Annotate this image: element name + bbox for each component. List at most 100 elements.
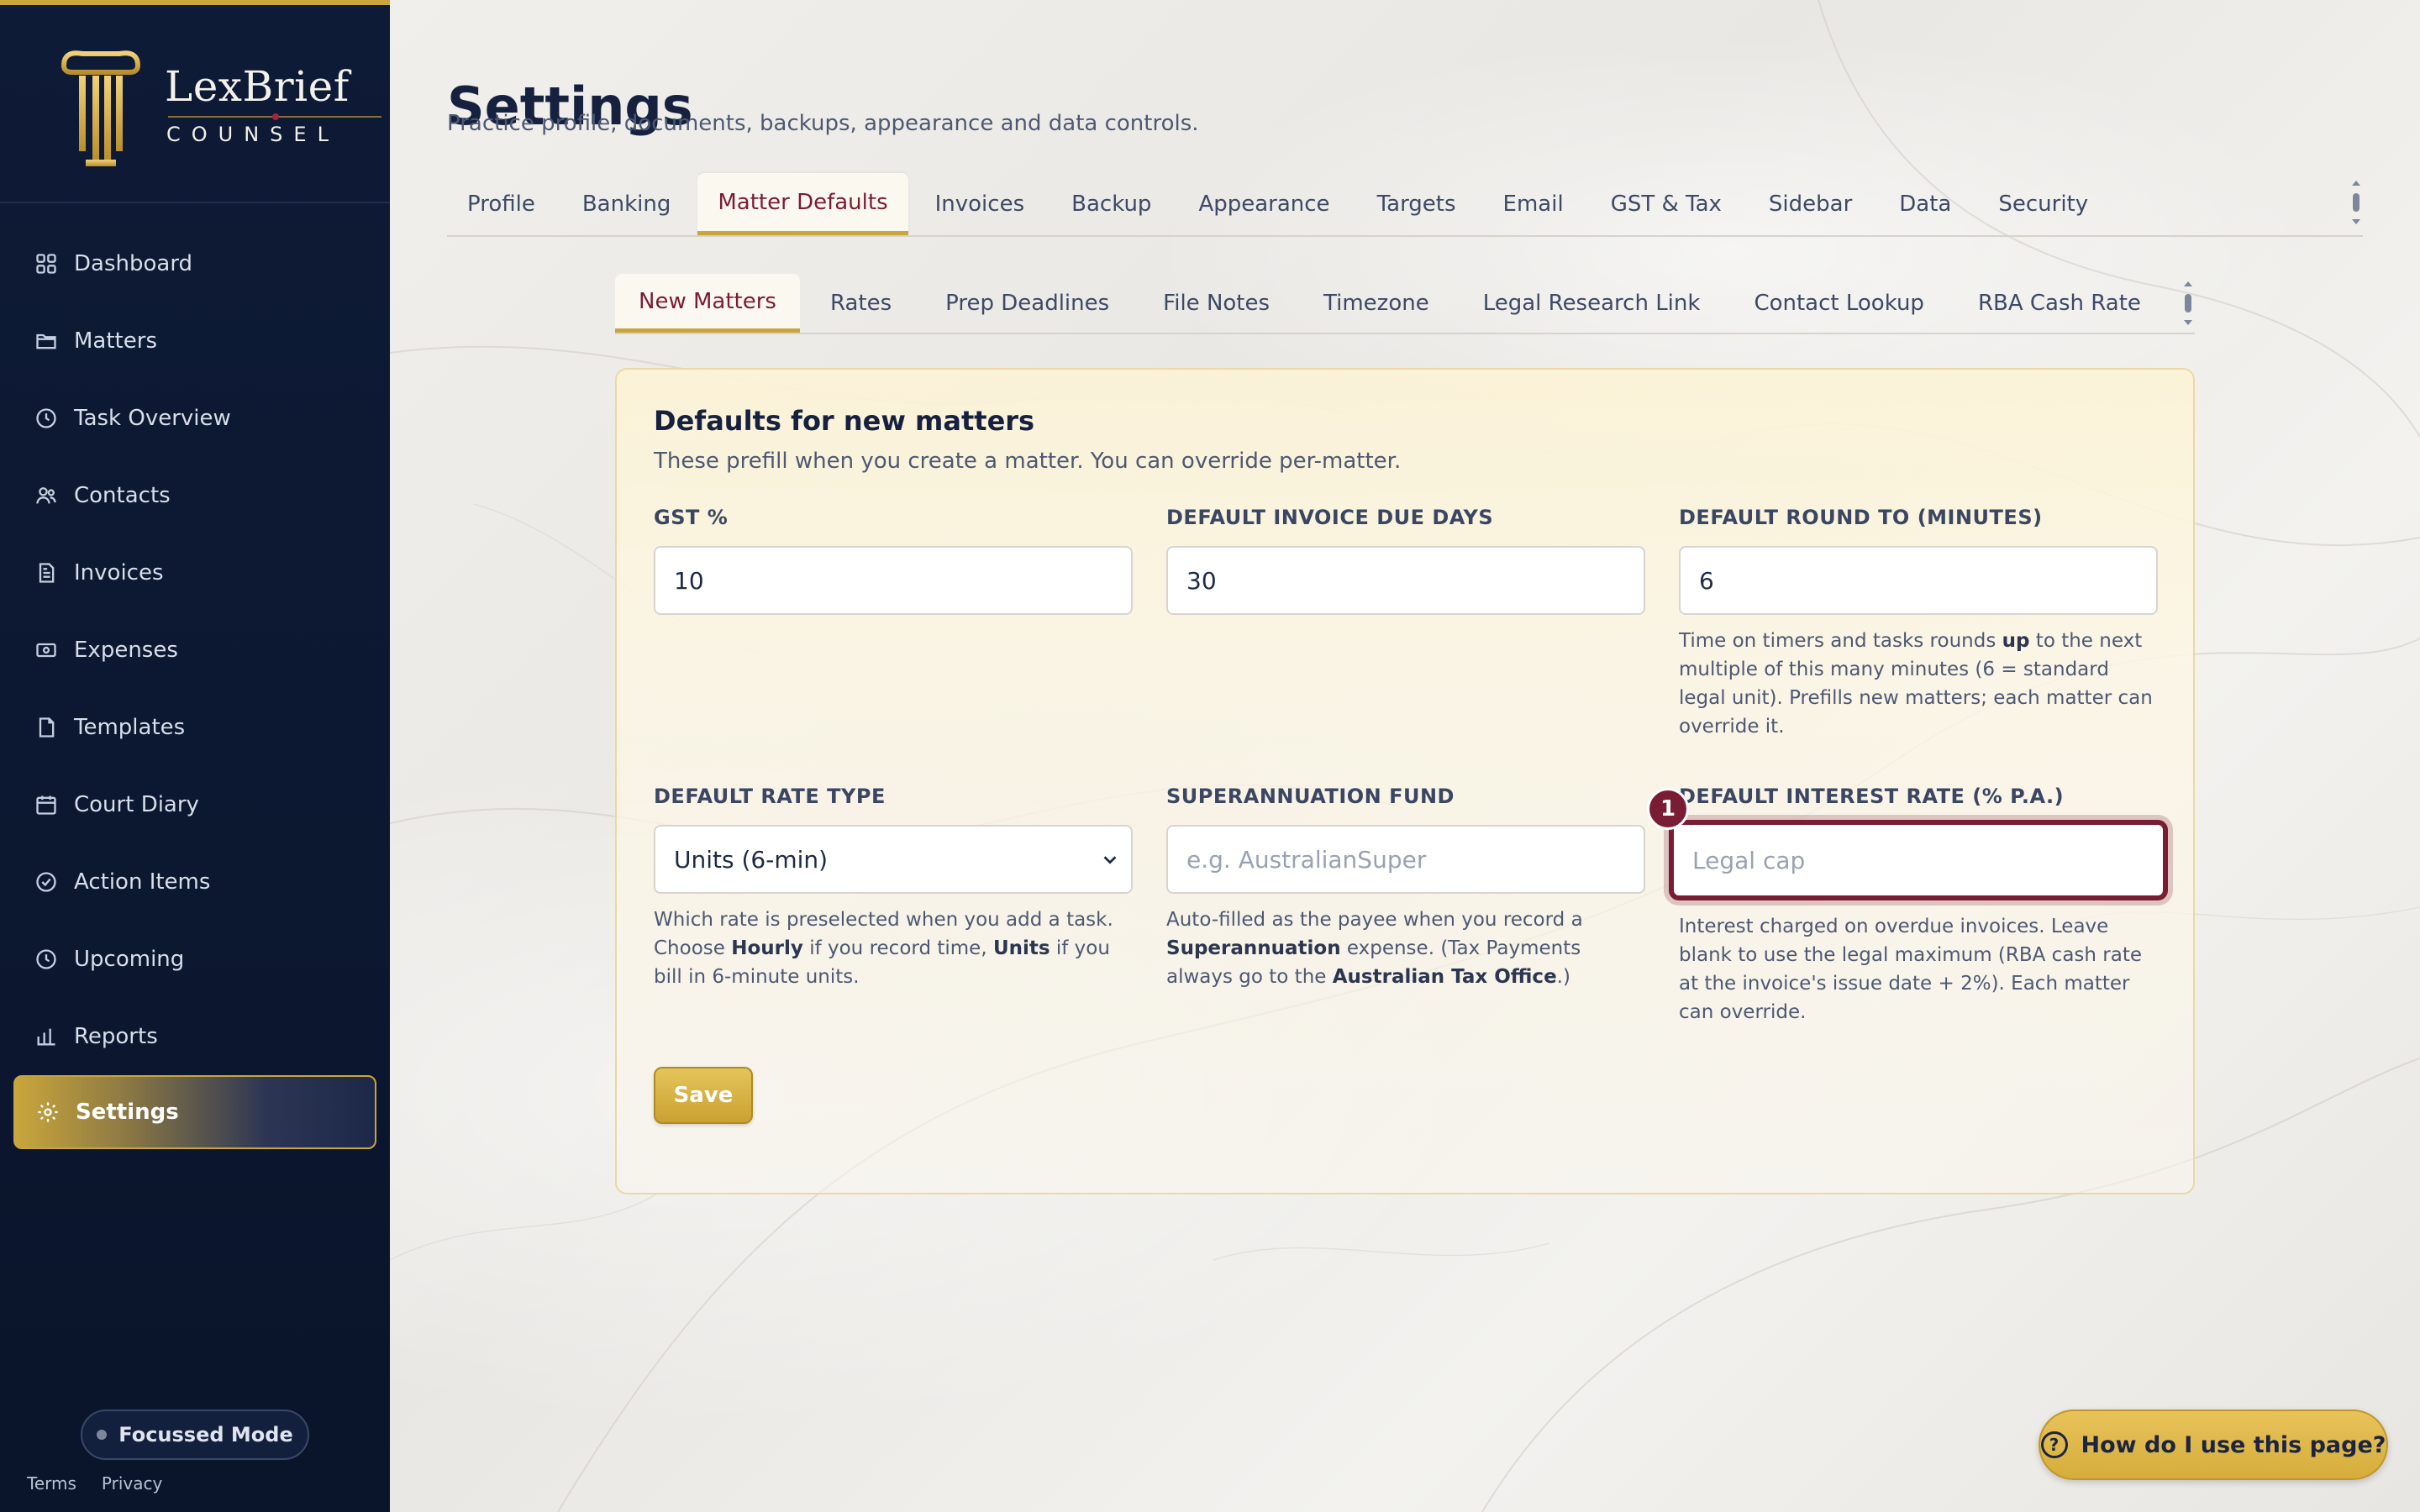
status-dot	[97, 1430, 108, 1440]
rate-type-label: DEFAULT RATE TYPE	[654, 785, 886, 808]
matter-defaults-subtabs: New Matters Rates Prep Deadlines File No…	[615, 274, 2195, 334]
focus-mode-label: Focussed Mode	[118, 1423, 293, 1446]
sidebar-item-label: Reports	[74, 1024, 158, 1049]
round-to-field-group: DEFAULT ROUND TO (MINUTES) 6 Time on tim…	[1679, 506, 2158, 741]
tab-targets[interactable]: Targets	[1357, 173, 1476, 235]
help-emphasis: up	[2002, 630, 2030, 652]
sidebar-item-label: Task Overview	[74, 406, 231, 431]
card-subtitle: These prefill when you create a matter. …	[654, 449, 1402, 474]
subtab-prep-deadlines[interactable]: Prep Deadlines	[922, 274, 1133, 333]
round-to-help: Time on timers and tasks rounds up to th…	[1679, 627, 2158, 741]
sidebar-item-label: Settings	[76, 1100, 179, 1125]
brand-name: LexBrief	[165, 62, 350, 111]
due-days-label: DEFAULT INVOICE DUE DAYS	[1166, 506, 1494, 529]
pillar-logo-icon	[60, 50, 141, 166]
sidebar-item-label: Court Diary	[74, 792, 199, 817]
footer-links: Terms Privacy	[27, 1473, 162, 1494]
clock-icon	[34, 406, 59, 431]
help-text: if you record time,	[802, 937, 993, 959]
interest-rate-label: DEFAULT INTEREST RATE (% P.A.)	[1679, 785, 2065, 808]
focus-mode-button[interactable]: Focussed Mode	[81, 1410, 309, 1460]
sidebar-item-label: Templates	[74, 715, 186, 740]
money-icon	[34, 638, 59, 663]
check-circle-icon	[34, 869, 59, 895]
due-days-field-group: DEFAULT INVOICE DUE DAYS 30	[1166, 506, 1645, 615]
help-page-button[interactable]: ? How do I use this page?	[2039, 1410, 2388, 1480]
tab-matter-defaults[interactable]: Matter Defaults	[697, 173, 908, 235]
sidebar-item-invoices[interactable]: Invoices	[0, 534, 390, 612]
rate-type-select[interactable]: Units (6-min)	[654, 825, 1133, 894]
card-title: Defaults for new matters	[654, 405, 1035, 437]
sidebar-item-task-overview[interactable]: Task Overview	[0, 380, 390, 457]
sidebar-item-reports[interactable]: Reports	[0, 998, 390, 1075]
sidebar-item-matters[interactable]: Matters	[0, 302, 390, 380]
subtabs-scrollbar[interactable]	[2181, 281, 2195, 326]
tab-backup[interactable]: Backup	[1051, 173, 1171, 235]
tab-data[interactable]: Data	[1879, 173, 1971, 235]
help-text: Time on timers and tasks rounds	[1679, 630, 2002, 652]
sidebar-item-label: Upcoming	[74, 947, 185, 972]
help-page-label: How do I use this page?	[2081, 1431, 2386, 1458]
clock-icon	[34, 947, 59, 972]
terms-link[interactable]: Terms	[27, 1473, 76, 1494]
sidebar-item-label: Matters	[74, 328, 157, 354]
grid-icon	[34, 251, 59, 276]
sidebar-item-court-diary[interactable]: Court Diary	[0, 766, 390, 843]
help-emphasis: Superannuation	[1166, 937, 1341, 959]
invoice-icon	[34, 560, 59, 585]
due-days-input[interactable]: 30	[1166, 546, 1645, 615]
help-emphasis: Australian Tax Office	[1332, 966, 1557, 988]
sidebar-item-label: Action Items	[74, 869, 211, 895]
help-emphasis: Units	[992, 937, 1050, 959]
super-fund-label: SUPERANNUATION FUND	[1166, 785, 1455, 808]
privacy-link[interactable]: Privacy	[102, 1473, 162, 1494]
interest-rate-help: Interest charged on overdue invoices. Le…	[1679, 916, 2143, 1023]
brand-logo-area[interactable]: LexBrief COUNSEL	[57, 42, 381, 170]
sidebar-item-label: Dashboard	[74, 251, 193, 276]
help-emphasis: Hourly	[731, 937, 803, 959]
round-to-label: DEFAULT ROUND TO (MINUTES)	[1679, 506, 2043, 529]
tab-email[interactable]: Email	[1483, 173, 1584, 235]
sidebar-item-upcoming[interactable]: Upcoming	[0, 921, 390, 998]
sidebar-divider	[0, 202, 390, 203]
rate-type-value: Units (6-min)	[674, 845, 829, 874]
calendar-icon	[34, 792, 59, 817]
round-to-input[interactable]: 6	[1679, 546, 2158, 615]
interest-rate-field-group: DEFAULT INTEREST RATE (% P.A.) Legal cap…	[1669, 785, 2168, 1026]
interest-rate-input[interactable]: Legal cap	[1669, 820, 2168, 900]
subtab-rba-cash-rate[interactable]: RBA Cash Rate	[1954, 274, 2165, 333]
tabs-scrollbar[interactable]	[2349, 180, 2363, 225]
rate-type-field-group: DEFAULT RATE TYPE Units (6-min) Which ra…	[654, 785, 1133, 991]
tab-appearance[interactable]: Appearance	[1178, 173, 1349, 235]
sidebar-item-dashboard[interactable]: Dashboard	[0, 225, 390, 302]
sidebar-item-action-items[interactable]: Action Items	[0, 843, 390, 921]
tab-security[interactable]: Security	[1978, 173, 2108, 235]
tab-invoices[interactable]: Invoices	[915, 173, 1045, 235]
new-matters-defaults-card: Defaults for new matters These prefill w…	[615, 368, 2195, 1194]
tab-gst-tax[interactable]: GST & Tax	[1591, 173, 1742, 235]
tab-profile[interactable]: Profile	[447, 173, 555, 235]
gst-input[interactable]: 10	[654, 546, 1133, 615]
settings-tabs: Profile Banking Matter Defaults Invoices…	[447, 173, 2363, 237]
subtab-legal-research-link[interactable]: Legal Research Link	[1460, 274, 1724, 333]
tab-sidebar[interactable]: Sidebar	[1749, 173, 1872, 235]
sidebar-item-label: Contacts	[74, 483, 171, 508]
sidebar-item-settings[interactable]: Settings	[13, 1075, 376, 1149]
sidebar-item-label: Invoices	[74, 560, 164, 585]
users-icon	[34, 483, 59, 508]
rate-type-help: Which rate is preselected when you add a…	[654, 906, 1133, 991]
subtab-timezone[interactable]: Timezone	[1300, 274, 1453, 333]
subtab-rates[interactable]: Rates	[807, 274, 915, 333]
main-content: Settings Practice profile, documents, ba…	[390, 0, 2420, 1512]
sidebar-item-templates[interactable]: Templates	[0, 689, 390, 766]
subtab-new-matters[interactable]: New Matters	[615, 274, 800, 333]
subtab-contact-lookup[interactable]: Contact Lookup	[1730, 274, 1948, 333]
subtab-file-notes[interactable]: File Notes	[1139, 274, 1293, 333]
sidebar-item-expenses[interactable]: Expenses	[0, 612, 390, 689]
tab-banking[interactable]: Banking	[562, 173, 692, 235]
sidebar-item-contacts[interactable]: Contacts	[0, 457, 390, 534]
help-text: Auto-filled as the payee when you record…	[1166, 909, 1583, 931]
super-fund-input[interactable]: e.g. AustralianSuper	[1166, 825, 1645, 894]
sidebar-item-label: Expenses	[74, 638, 178, 663]
save-button[interactable]: Save	[654, 1067, 753, 1124]
